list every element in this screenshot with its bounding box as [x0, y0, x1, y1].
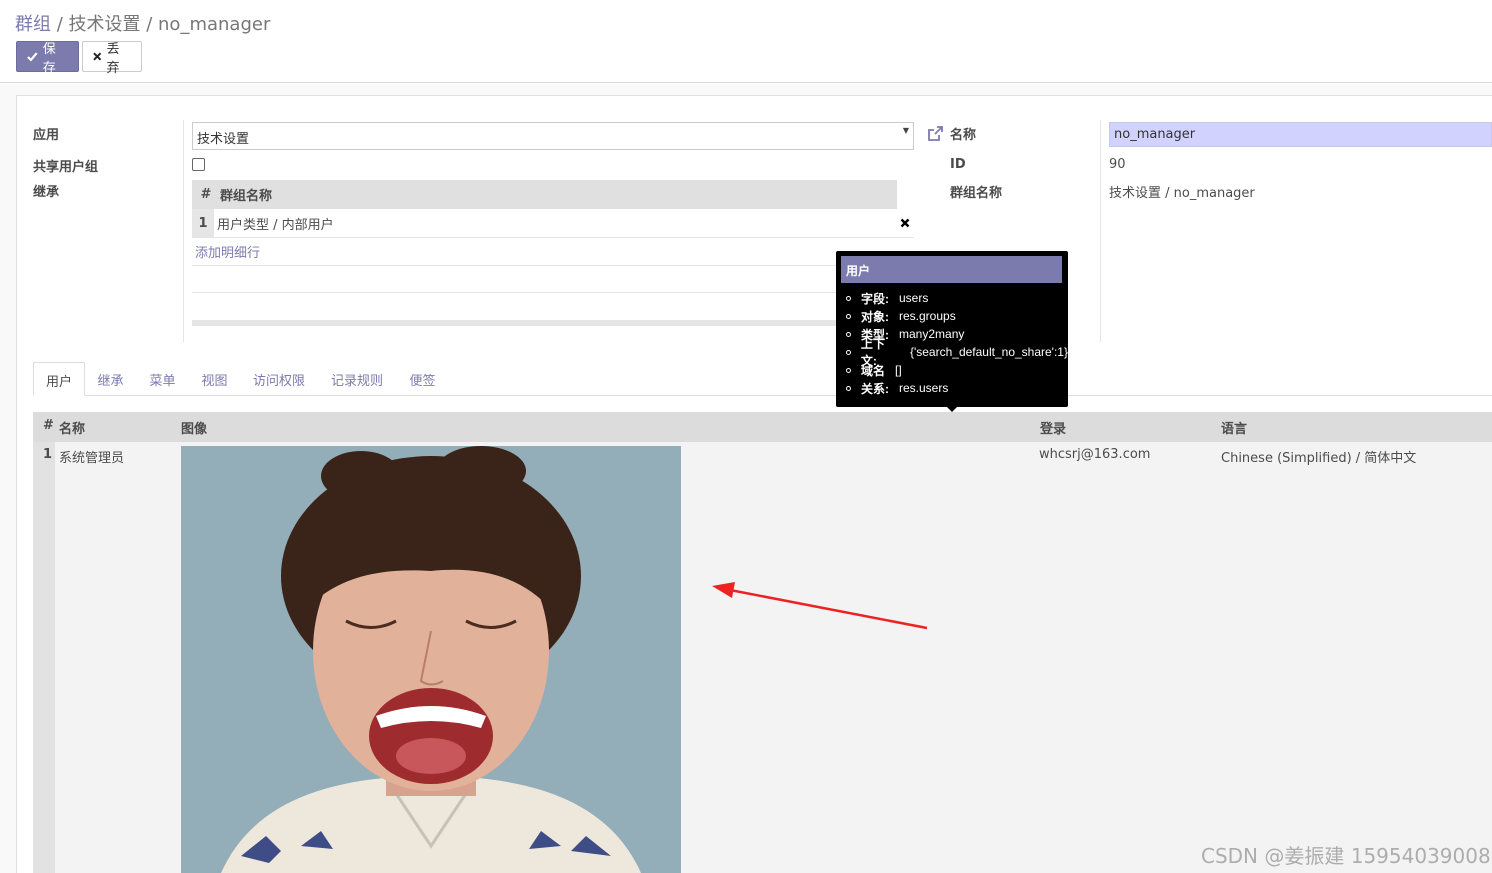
column-divider	[1100, 120, 1101, 342]
caret-down-icon: ▼	[902, 126, 909, 135]
inherit-row-name: 用户类型 / 内部用户	[217, 217, 334, 233]
breadcrumb: 群组 / 技术设置 / no_manager	[15, 10, 270, 36]
row-index: 1	[43, 447, 53, 462]
list-item: 对象: res.groups	[846, 307, 1068, 325]
tooltip-arrow	[946, 406, 958, 412]
app-select-value: 技术设置	[197, 132, 250, 147]
tab-inherit[interactable]: 继承	[93, 362, 128, 396]
add-line-link[interactable]: 添加明细行	[195, 242, 260, 261]
id-label: ID	[950, 157, 966, 172]
id-value: 90	[1109, 157, 1126, 172]
field-tooltip: 用户 字段: users 对象: res.groups 类型: many2many 上…	[836, 251, 1068, 412]
list-item: 字段: users	[846, 289, 1068, 307]
tab-notes[interactable]: 便签	[405, 362, 440, 396]
shared-label: 共享用户组	[33, 160, 99, 175]
divider	[192, 292, 838, 293]
group-name-label: 群组名称	[950, 186, 1003, 201]
name-field[interactable]: no_manager	[1109, 122, 1492, 147]
user-avatar-image	[181, 446, 681, 873]
list-item: 上下文: {'search_default_no_share':1}	[846, 337, 1068, 368]
notebook-tabs: 用户 继承 菜单 视图 访问权限 记录规则 便签	[33, 362, 1492, 396]
check-icon	[27, 51, 38, 61]
discard-label: 丢弃	[106, 41, 120, 76]
col-num: #	[43, 418, 54, 433]
tab-record-rules[interactable]: 记录规则	[327, 362, 387, 396]
delete-row-icon[interactable]	[900, 218, 910, 228]
inherit-table: # 群组名称 1 用户类型 / 内部用户	[192, 180, 914, 238]
user-login: whcsrj@163.com	[1039, 447, 1151, 462]
control-panel: 群组 / 技术设置 / no_manager 保存 丢弃	[0, 0, 1492, 83]
save-label: 保存	[42, 41, 56, 76]
users-table-header: # 名称 图像 登录 语言	[33, 412, 1492, 442]
group-name-value: 技术设置 / no_manager	[1109, 186, 1255, 201]
watermark: CSDN @姜振建 15954039008	[1201, 844, 1491, 868]
user-name: 系统管理员	[59, 451, 125, 466]
app-select[interactable]: 技术设置 ▼	[192, 122, 914, 150]
tab-views[interactable]: 视图	[197, 362, 232, 396]
name-label: 名称	[950, 128, 977, 143]
inherit-label: 继承	[33, 185, 60, 200]
inherit-table-header: # 群组名称	[192, 180, 897, 209]
save-button[interactable]: 保存	[16, 41, 79, 76]
column-divider	[183, 120, 184, 342]
tab-access-rights[interactable]: 访问权限	[249, 362, 309, 396]
discard-button[interactable]: 丢弃	[82, 41, 142, 76]
col-image[interactable]: 图像	[181, 418, 207, 437]
tab-menus[interactable]: 菜单	[145, 362, 180, 396]
row-index: 1	[192, 208, 214, 238]
external-link-icon[interactable]	[926, 125, 944, 143]
horizontal-scrollbar[interactable]	[192, 320, 838, 326]
col-name[interactable]: 名称	[59, 418, 85, 437]
tab-users[interactable]: 用户	[33, 362, 85, 396]
divider	[192, 265, 838, 266]
col-login[interactable]: 登录	[1040, 418, 1066, 437]
row-index-cell	[33, 442, 55, 873]
list-item: 域名[]	[846, 361, 1068, 379]
breadcrumb-current: 技术设置 / no_manager	[68, 14, 271, 35]
inherit-col-num: #	[200, 187, 212, 202]
tooltip-title: 用户	[841, 256, 1062, 283]
inherit-col-name: 群组名称	[220, 189, 273, 204]
close-icon	[93, 52, 102, 61]
app-label: 应用	[33, 128, 60, 143]
table-row[interactable]: 1 用户类型 / 内部用户	[192, 208, 914, 238]
breadcrumb-separator: /	[51, 14, 69, 35]
list-item: 关系: res.users	[846, 379, 1068, 397]
tooltip-list: 字段: users 对象: res.groups 类型: many2many 上下文:…	[846, 289, 1068, 397]
name-field-value: no_manager	[1114, 127, 1196, 142]
col-language[interactable]: 语言	[1221, 418, 1247, 437]
breadcrumb-parent-link[interactable]: 群组	[15, 14, 51, 35]
shared-checkbox[interactable]	[192, 158, 205, 171]
user-language: Chinese (Simplified) / 简体中文	[1221, 451, 1417, 466]
